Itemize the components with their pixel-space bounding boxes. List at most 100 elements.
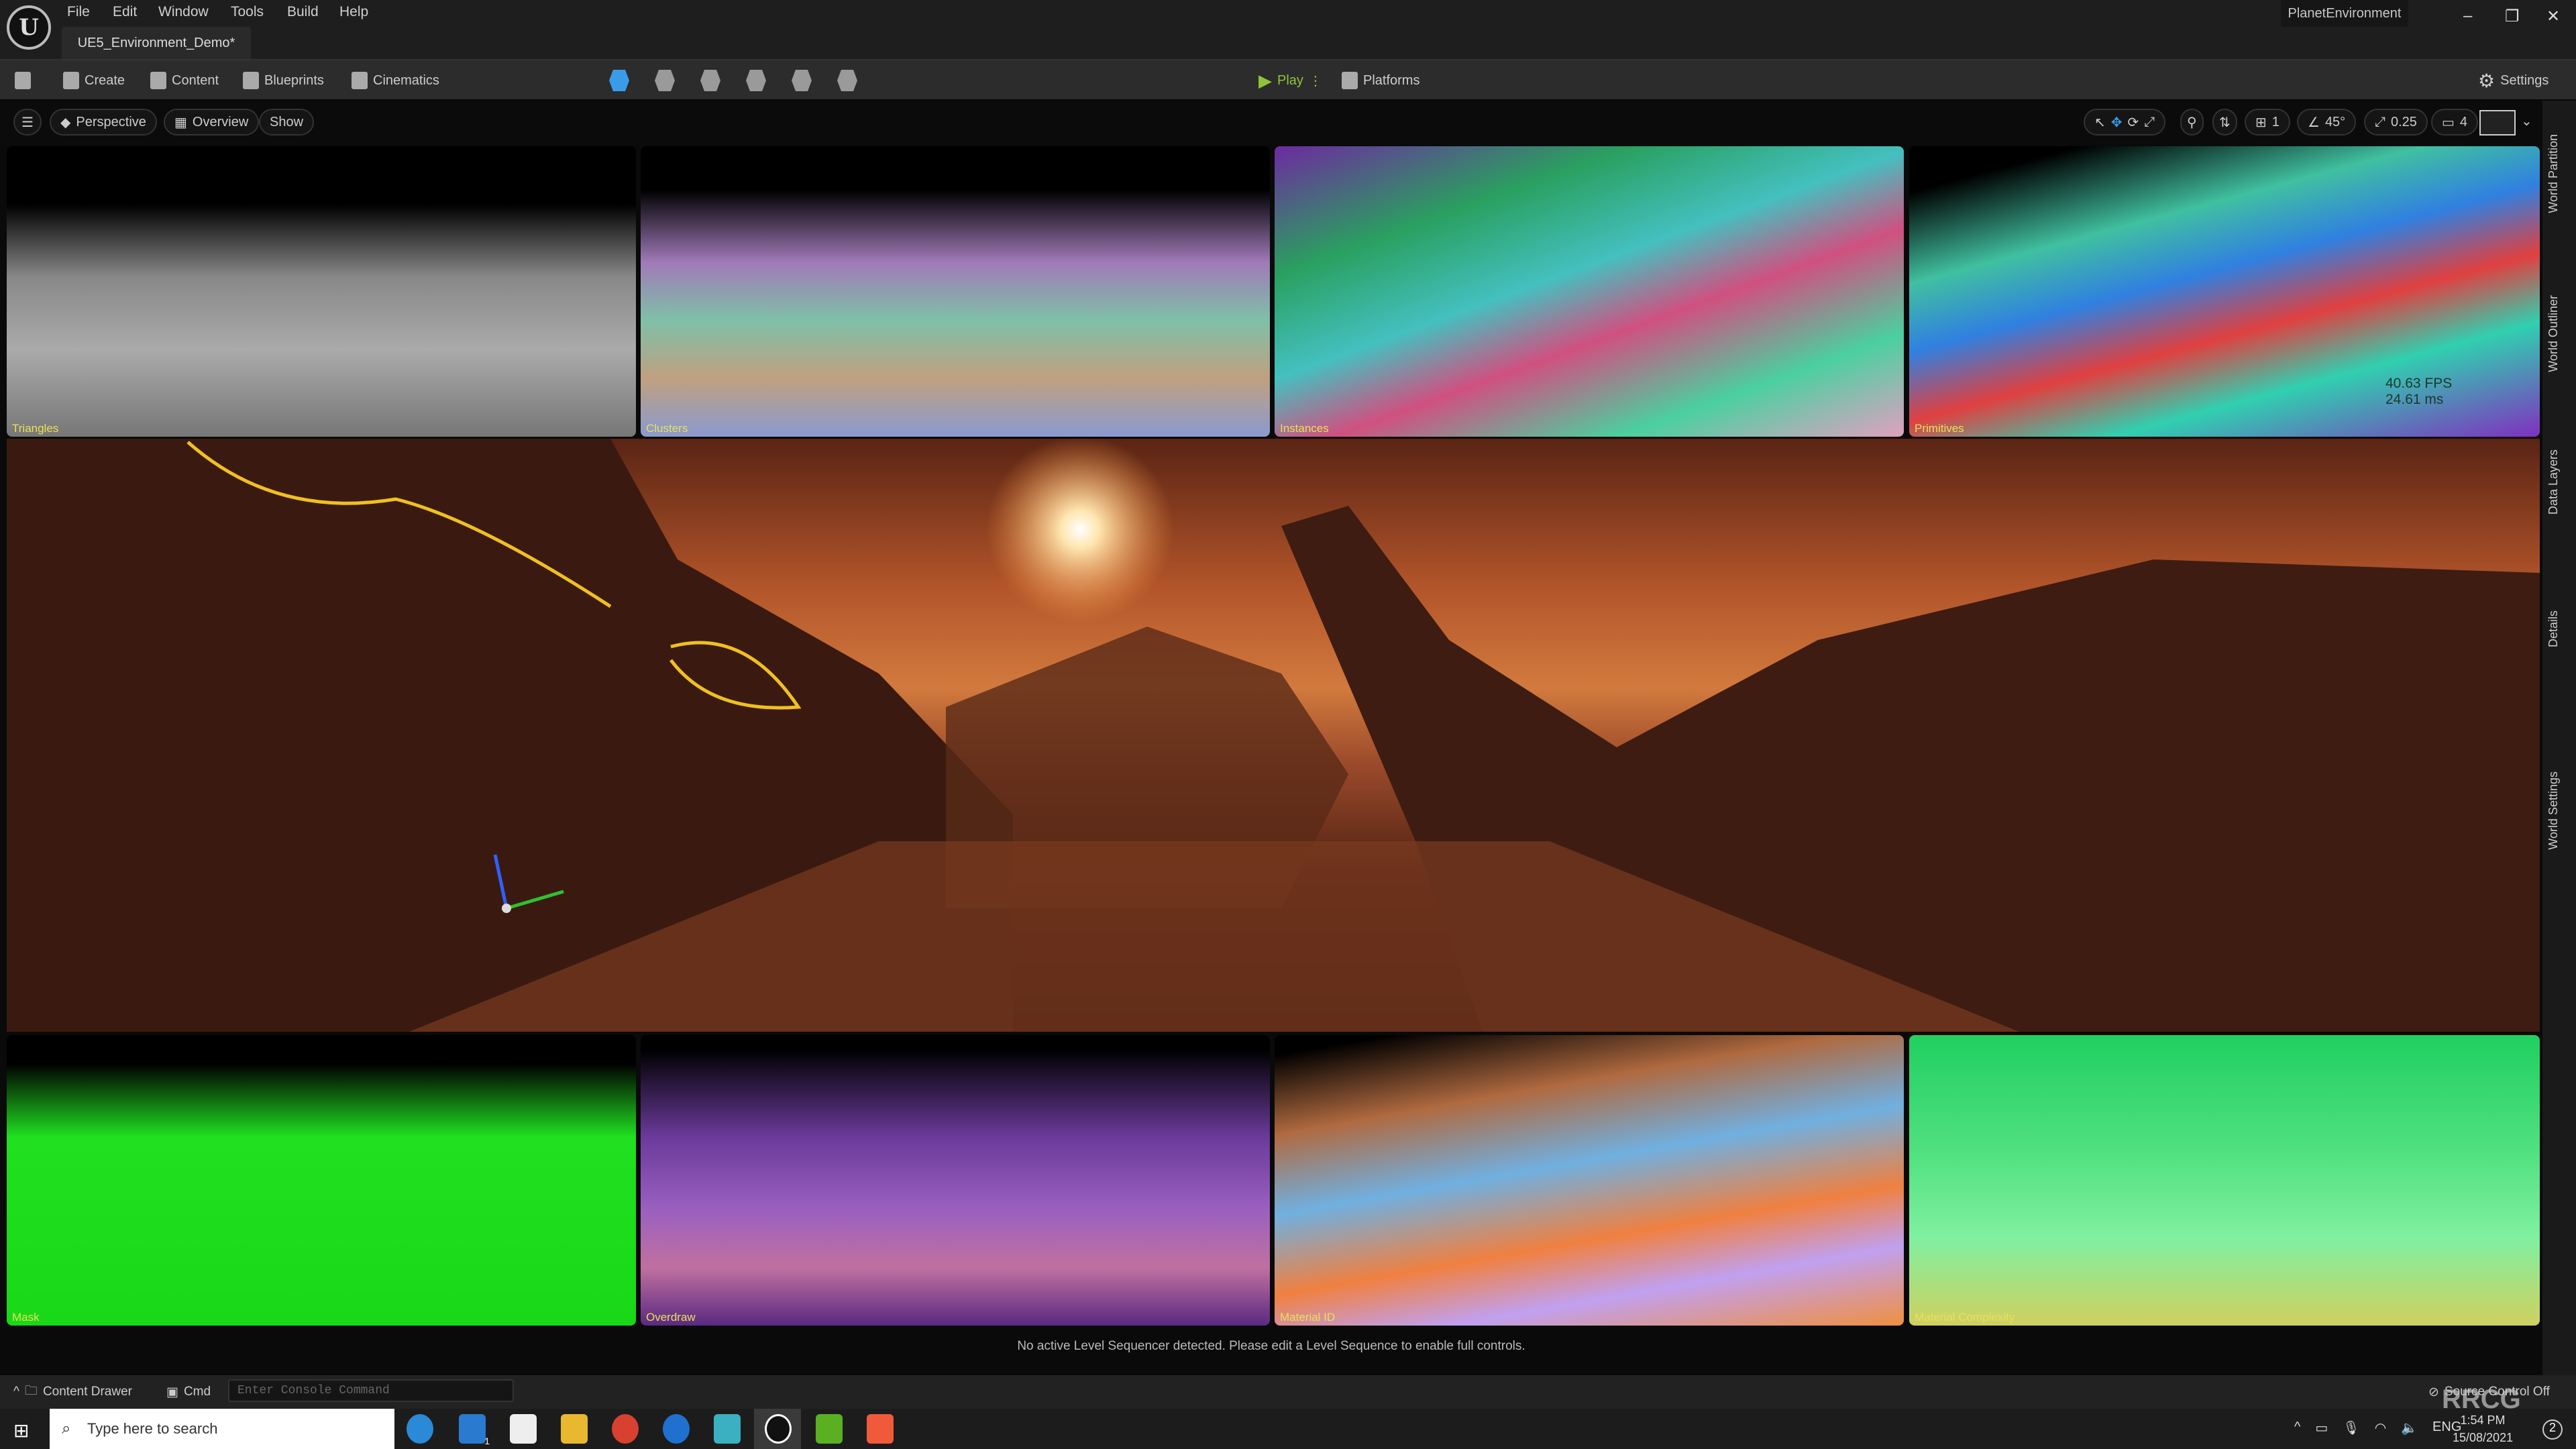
tab-world-partition[interactable]: World Partition bbox=[2546, 134, 2561, 213]
minimize-button[interactable]: – bbox=[2463, 7, 2472, 25]
paint-mode-icon[interactable] bbox=[746, 70, 766, 91]
gear-icon: ⚙ bbox=[2478, 70, 2496, 91]
wifi-icon[interactable]: ◠ bbox=[2375, 1419, 2386, 1436]
view-label: Clusters bbox=[646, 422, 688, 435]
date: 15/08/2021 bbox=[2453, 1431, 2514, 1444]
blueprints-icon bbox=[243, 72, 259, 89]
play-button[interactable]: ▶ Play ⋮ bbox=[1258, 60, 1322, 101]
unreal-logo-icon[interactable]: U bbox=[7, 5, 51, 50]
view-primitives[interactable]: Primitives 40.63 FPS 24.61 ms bbox=[1909, 146, 2540, 437]
scale-snap-button[interactable]: ⤢ 0.25 bbox=[2364, 109, 2428, 136]
microphone-icon[interactable]: 🎙 bbox=[2343, 1419, 2359, 1436]
content-button[interactable]: Content bbox=[150, 60, 219, 101]
view-label: Primitives bbox=[1915, 422, 1964, 435]
view-instances[interactable]: Instances bbox=[1275, 146, 1904, 437]
edge-icon[interactable] bbox=[407, 1414, 433, 1444]
angle-icon: ∠ bbox=[2308, 115, 2320, 130]
landscape-mode-icon[interactable] bbox=[655, 70, 675, 91]
camtasia-green-icon[interactable] bbox=[816, 1414, 843, 1444]
unreal-editor-icon[interactable] bbox=[765, 1414, 792, 1444]
chrome-icon[interactable] bbox=[612, 1414, 639, 1444]
menu-tools[interactable]: Tools bbox=[231, 4, 264, 20]
view-mask[interactable]: Mask bbox=[7, 1035, 636, 1326]
tab-world-settings[interactable]: World Settings bbox=[2546, 771, 2561, 850]
battlenet-icon[interactable] bbox=[663, 1414, 690, 1444]
cmd-button[interactable]: ▣ Cmd bbox=[166, 1375, 211, 1409]
platforms-button[interactable]: Platforms bbox=[1342, 60, 1419, 101]
cinematics-button[interactable]: Cinematics bbox=[352, 60, 439, 101]
main-viewport[interactable] bbox=[7, 439, 2540, 1032]
fracture-mode-icon[interactable] bbox=[792, 70, 812, 91]
cinematics-icon bbox=[352, 72, 368, 89]
world-local-toggle[interactable]: ⚲ bbox=[2180, 109, 2204, 136]
tab-details[interactable]: Details bbox=[2546, 610, 2561, 647]
create-button[interactable]: Create bbox=[63, 60, 125, 101]
translate-icon[interactable]: ✥ bbox=[2111, 114, 2123, 131]
view-label: Triangles bbox=[12, 422, 59, 435]
view-triangles[interactable]: Triangles bbox=[7, 146, 636, 437]
camera-icon[interactable]: ▭ bbox=[2315, 1419, 2328, 1436]
blueprints-button[interactable]: Blueprints bbox=[243, 60, 324, 101]
camera-speed-button[interactable]: ▭ 4 bbox=[2431, 109, 2479, 136]
surface-snap-toggle[interactable]: ⇅ bbox=[2212, 109, 2237, 136]
select-icon[interactable]: ↖ bbox=[2094, 114, 2106, 131]
speaker-icon[interactable]: 🔈 bbox=[2401, 1419, 2418, 1436]
chevron-up-icon[interactable]: ^ bbox=[2294, 1419, 2300, 1436]
restore-button[interactable]: ❐ bbox=[2505, 7, 2520, 26]
sun bbox=[986, 439, 1174, 623]
taskbar-search[interactable]: ⌕ Type here to search bbox=[50, 1409, 394, 1449]
view-mode-button[interactable]: ▦ Overview bbox=[164, 109, 260, 136]
scale-icon[interactable]: ⤢ bbox=[2144, 115, 2155, 130]
surface-snap-icon: ⇅ bbox=[2219, 115, 2231, 130]
chevron-down-icon[interactable]: ⌄ bbox=[2521, 113, 2532, 129]
settings-label: Settings bbox=[2500, 72, 2549, 88]
menu-edit[interactable]: Edit bbox=[113, 4, 137, 20]
grid-snap-value: 1 bbox=[2271, 114, 2279, 129]
view-material-complexity[interactable]: Material Complexity bbox=[1909, 1035, 2540, 1326]
tab-data-layers[interactable]: Data Layers bbox=[2546, 449, 2561, 515]
viewport-menu-button[interactable]: ☰ bbox=[13, 109, 42, 136]
menu-build[interactable]: Build bbox=[287, 4, 319, 20]
file-explorer-icon[interactable] bbox=[561, 1414, 588, 1444]
document-tab[interactable]: UE5_Environment_Demo* bbox=[62, 27, 251, 59]
content-drawer-button[interactable]: ^ 🗀 Content Drawer bbox=[13, 1375, 132, 1409]
modeling-mode-icon[interactable] bbox=[837, 70, 857, 91]
view-clusters[interactable]: Clusters bbox=[641, 146, 1270, 437]
select-mode-icon[interactable] bbox=[609, 70, 629, 91]
hamburger-icon: ☰ bbox=[21, 115, 34, 130]
content-drawer-label: Content Drawer bbox=[42, 1385, 132, 1399]
foliage-mode-icon[interactable] bbox=[700, 70, 720, 91]
camera-icon: ▭ bbox=[2442, 115, 2455, 130]
mail-icon[interactable]: 1 bbox=[459, 1414, 490, 1446]
windows-start-icon[interactable]: ⊞ bbox=[13, 1419, 29, 1442]
save-button[interactable] bbox=[15, 60, 31, 101]
perspective-button[interactable]: ◆ Perspective bbox=[50, 109, 157, 136]
camtasia-orange-icon[interactable] bbox=[867, 1414, 894, 1444]
rotation-snap-button[interactable]: ∠ 45° bbox=[2297, 109, 2357, 136]
menu-window[interactable]: Window bbox=[158, 4, 209, 20]
view-material-id[interactable]: Material ID bbox=[1275, 1035, 1904, 1326]
content-icon bbox=[150, 72, 166, 89]
menu-file[interactable]: File bbox=[67, 4, 90, 20]
close-button[interactable]: ✕ bbox=[2546, 7, 2560, 26]
fps-value: 40.63 FPS bbox=[2385, 376, 2453, 391]
rotate-icon[interactable]: ⟳ bbox=[2128, 114, 2139, 131]
store-icon[interactable] bbox=[510, 1414, 537, 1444]
menu-help[interactable]: Help bbox=[339, 4, 368, 20]
show-button[interactable]: Show bbox=[259, 109, 315, 136]
console-command-input[interactable]: Enter Console Command bbox=[228, 1379, 514, 1402]
platforms-icon bbox=[1342, 72, 1358, 89]
view-overdraw[interactable]: Overdraw bbox=[641, 1035, 1270, 1326]
tab-world-outliner[interactable]: World Outliner bbox=[2546, 295, 2561, 372]
grid-snap-button[interactable]: ⊞ 1 bbox=[2245, 109, 2290, 136]
notifications-badge[interactable]: 2 bbox=[2542, 1419, 2563, 1440]
sequencer-status-message: No active Level Sequencer detected. Plea… bbox=[1017, 1339, 1525, 1353]
maya-icon[interactable] bbox=[714, 1414, 741, 1444]
settings-button[interactable]: ⚙ Settings bbox=[2478, 60, 2548, 101]
camera-speed-value: 4 bbox=[2459, 114, 2468, 129]
transform-tools[interactable]: ↖ ✥ ⟳ ⤢ bbox=[2084, 109, 2166, 136]
play-options-icon[interactable]: ⋮ bbox=[1309, 72, 1322, 89]
layout-icon[interactable] bbox=[2479, 110, 2516, 136]
rotation-snap-value: 45° bbox=[2324, 114, 2346, 129]
clock[interactable]: 1:54 PM 15/08/2021 bbox=[2453, 1411, 2513, 1446]
